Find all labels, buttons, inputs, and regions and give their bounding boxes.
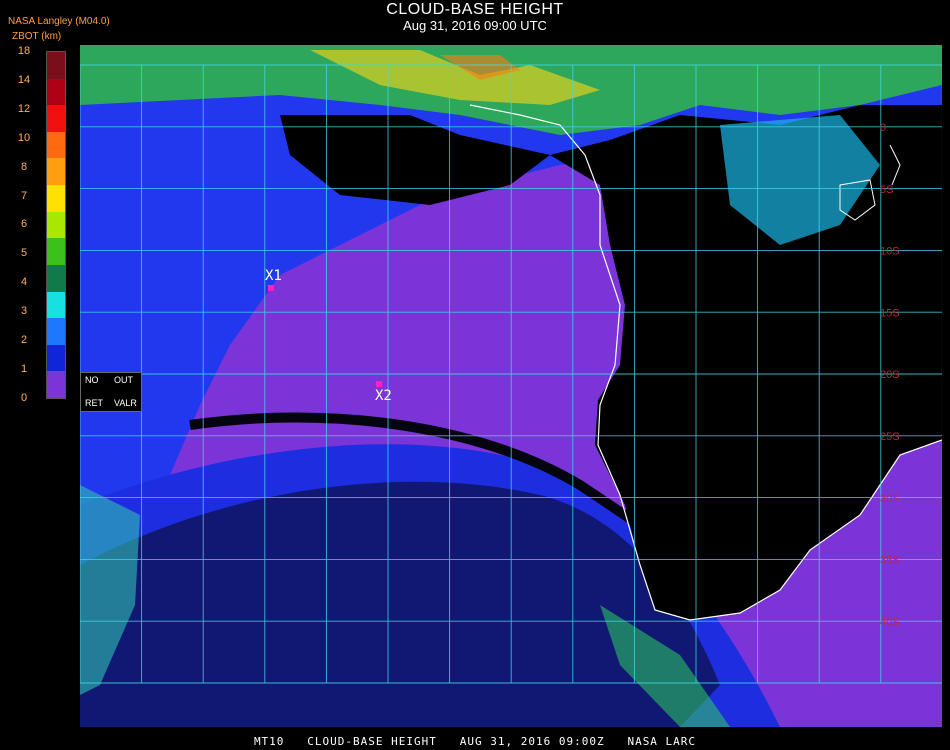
colorbar-tick-label: 0 <box>20 391 28 404</box>
legend-valr: VALR <box>114 398 137 408</box>
colorbar-cell <box>47 238 65 266</box>
legend-ret: RET <box>85 398 103 408</box>
latitude-label: 20S <box>880 369 900 381</box>
colorbar-cell <box>47 344 65 372</box>
map-title: CLOUD-BASE HEIGHT <box>386 1 564 18</box>
colorbar-tick-label: 8 <box>20 160 28 173</box>
colorbar-cell <box>47 158 65 186</box>
colorbar-tick-label: 2 <box>20 334 28 346</box>
colorbar-tick-label: 7 <box>20 189 28 202</box>
colorbar-cell <box>47 291 65 319</box>
latitude-label: 0 <box>880 122 886 134</box>
marker-x2-label: X2 <box>375 388 392 404</box>
colorbar-tick-label: 18 <box>17 45 31 57</box>
legend-box: NO OUT RET VALR <box>80 372 142 412</box>
data-source-label: NASA Langley (M04.0) <box>8 16 110 27</box>
parameter-label: ZBOT (km) <box>12 31 62 42</box>
colorbar-cell <box>47 211 65 239</box>
marker-x2-dot <box>376 381 382 387</box>
colorbar-cell <box>47 52 65 80</box>
map-datetime: Aug 31, 2016 09:00 UTC <box>403 18 547 33</box>
colorbar-tick-label: 4 <box>20 276 28 289</box>
marker-x1-dot <box>268 285 274 291</box>
colorbar-cell <box>47 185 65 213</box>
colorbar <box>46 51 66 399</box>
latitude-label: 25S <box>880 431 900 443</box>
colorbar-cell <box>47 131 65 159</box>
colorbar-tick-label: 3 <box>20 305 28 318</box>
colorbar-cell <box>47 264 65 293</box>
latitude-label: 10S <box>880 246 900 258</box>
latitude-label: 35S <box>880 555 900 567</box>
colorbar-cell <box>47 318 65 346</box>
colorbar-cell <box>47 78 65 106</box>
latitude-label: 5S <box>880 184 893 196</box>
legend-out: OUT <box>114 375 133 385</box>
colorbar-tick-label: 5 <box>20 247 28 260</box>
footer-caption: MT10 CLOUD-BASE HEIGHT AUG 31, 2016 09:0… <box>253 735 697 748</box>
latitude-label: 15S <box>880 307 900 319</box>
cloud-base-map: 0 5S 10S 15S 20S 25S 30S 35S 40S <box>80 45 942 727</box>
latitude-label: 40S <box>880 616 900 628</box>
colorbar-tick-label: 6 <box>20 218 28 231</box>
colorbar-tick-label: 14 <box>17 73 31 86</box>
latitude-label: 30S <box>880 493 900 505</box>
colorbar-tick-label: 12 <box>17 102 31 115</box>
legend-no: NO <box>85 375 99 385</box>
colorbar-cell <box>47 371 65 399</box>
colorbar-cell <box>47 105 65 133</box>
marker-x1-label: X1 <box>265 268 282 284</box>
colorbar-tick-label: 1 <box>20 362 28 375</box>
colorbar-tick-label: 10 <box>17 131 31 144</box>
